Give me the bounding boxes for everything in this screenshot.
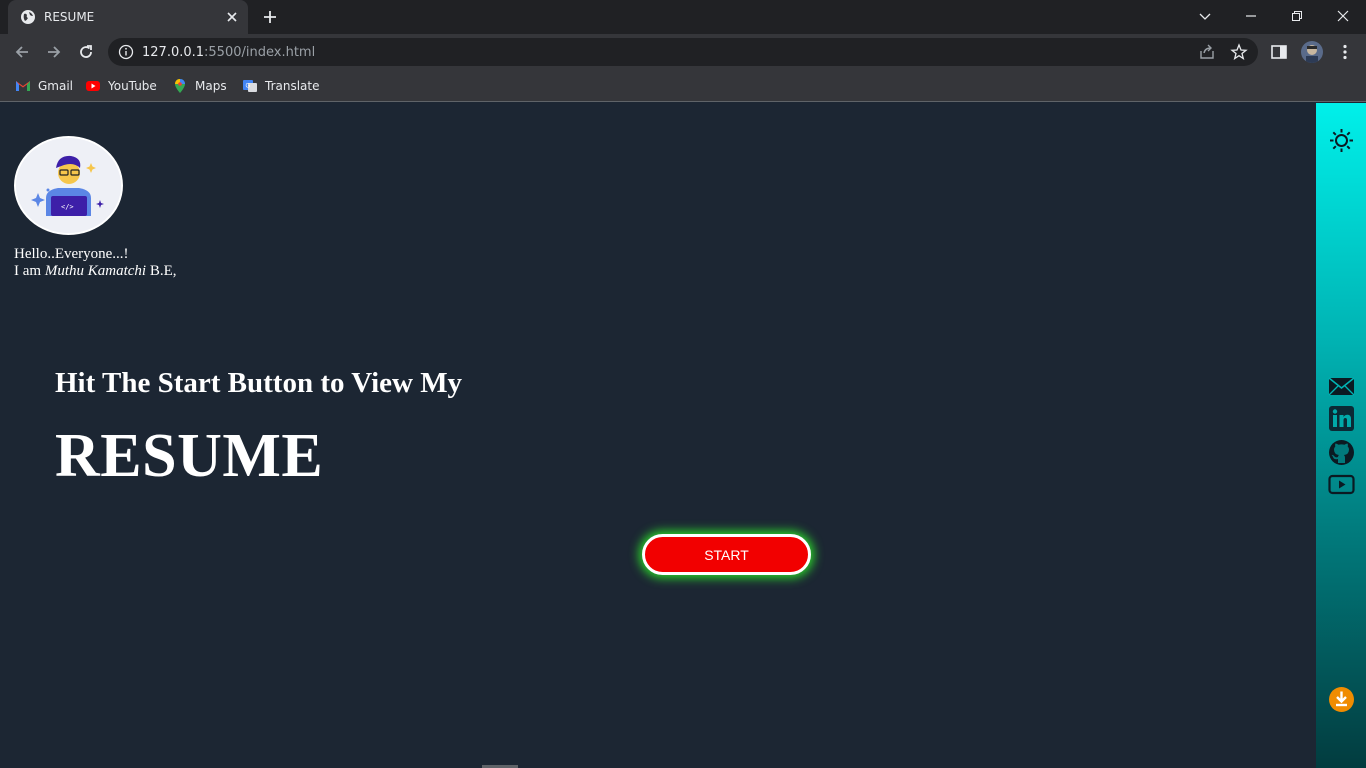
reload-icon [80,45,92,58]
forward-button[interactable] [44,42,64,62]
bookmark-label: YouTube [108,79,157,93]
degree: B.E, [146,263,177,279]
bookmark-label: Translate [265,79,320,93]
bookmarks-bar: Gmail YouTube Maps G Translate [0,70,1366,102]
social-sidebar [1316,103,1366,768]
url-text: 127.0.0.1:5500/index.html [142,45,315,60]
bookmark-label: Maps [195,79,227,93]
maps-icon [175,79,185,93]
url-path: :5500/index.html [204,45,316,60]
bookmark-youtube[interactable]: YouTube [85,77,157,95]
tab-strip: RESUME [0,0,1366,34]
mail-icon[interactable] [1328,373,1355,400]
linkedin-icon[interactable] [1328,405,1355,432]
translate-icon: G [243,80,257,92]
owner-name: Muthu Kamatchi [44,263,147,279]
bookmark-gmail[interactable]: Gmail [15,77,73,95]
minimize-button[interactable] [1228,0,1274,32]
svg-text:</>: </> [61,203,74,211]
tab-search-button[interactable] [1182,0,1228,32]
page-title: RESUME [55,422,324,490]
greeting-line: Hello..Everyone...! [14,246,129,262]
arrow-left-icon [15,46,28,58]
profile-avatar[interactable] [1301,41,1323,63]
address-bar[interactable]: 127.0.0.1:5500/index.html [108,38,1258,66]
restore-button[interactable] [1274,0,1320,32]
sun-icon[interactable] [1328,127,1355,154]
new-tab-icon[interactable] [262,9,278,25]
url-host: 127.0.0.1 [142,45,205,60]
bookmark-translate[interactable]: G Translate [242,77,320,95]
browser-tab[interactable]: RESUME [8,0,248,34]
close-icon[interactable] [224,9,240,25]
reload-button[interactable] [76,42,96,62]
youtube-icon [86,81,100,91]
gmail-icon [16,81,30,91]
start-button[interactable]: START [642,534,811,575]
greeting-text: Hello..Everyone...! I am Muthu Kamatchi … [14,246,177,280]
close-icon [1337,10,1349,22]
back-button[interactable] [12,42,32,62]
profile-picture: </> [14,136,123,235]
close-window-button[interactable] [1320,0,1366,32]
share-icon[interactable] [1198,43,1216,61]
github-icon[interactable] [1328,439,1355,466]
sub-heading: Hit The Start Button to View My [55,367,463,399]
page-content: </> Hello..Everyone...! I am Muthu Kamat… [0,103,1316,768]
arrow-right-icon [48,46,61,58]
browser-toolbar: 127.0.0.1:5500/index.html [0,34,1366,70]
minimize-icon [1246,15,1256,17]
tab-title: RESUME [44,10,95,24]
svg-text:G: G [246,84,251,90]
avatar-icon [1306,45,1318,63]
bookmark-label: Gmail [38,79,74,93]
info-icon[interactable] [118,44,134,60]
developer-avatar-icon: </> [16,138,121,233]
greeting-prefix: I am [14,263,45,279]
chevron-down-icon [1199,13,1211,20]
side-panel-icon[interactable] [1270,43,1288,61]
globe-icon [21,10,35,24]
introduction-line: I am Muthu Kamatchi B.E, [14,263,177,280]
star-icon[interactable] [1230,43,1248,61]
youtube-icon[interactable] [1328,471,1355,498]
menu-dots-icon[interactable] [1336,43,1354,61]
bookmark-maps[interactable]: Maps [172,77,227,95]
download-icon[interactable] [1328,686,1355,713]
restore-icon [1292,11,1302,21]
